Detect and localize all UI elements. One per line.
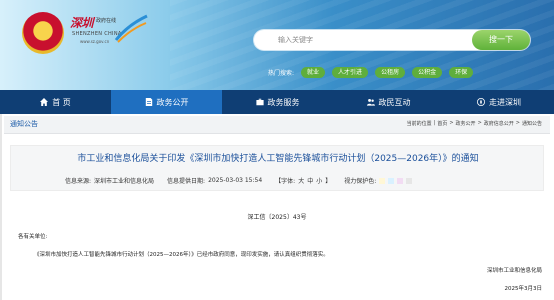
breadcrumb-gov-affairs[interactable]: 政务公开 (456, 120, 476, 127)
nav-label: 政民互动 (378, 97, 411, 107)
vision-color-gray[interactable] (406, 177, 413, 184)
breadcrumb-separator: > (477, 120, 482, 126)
vision-label: 视力保护色: (344, 178, 377, 185)
source-label: 信息来源: (65, 178, 92, 185)
vision-color-blue[interactable] (388, 177, 395, 184)
breadcrumb-home[interactable]: 首页 (437, 120, 447, 127)
national-emblem-icon: ★ (22, 12, 64, 54)
logo-swoosh-icon (114, 14, 148, 43)
page-edge (0, 114, 2, 300)
breadcrumb: 当前的位置 | 首页 > 政务公开 > 政府信息公开 > 通知公告 (407, 120, 542, 127)
hot-tag-talent[interactable]: 人才引进 (332, 66, 369, 78)
nav-home[interactable]: 首 页 (0, 90, 111, 114)
logo-url: www.sz.gov.cn (80, 39, 110, 44)
breadcrumb-bar: 通知公告 当前的位置 | 首页 > 政务公开 > 政府信息公开 > 通知公告 (4, 116, 550, 134)
breadcrumb-prefix: 当前的位置 (406, 121, 432, 127)
hot-tag-jobs[interactable]: 就业 (301, 66, 326, 78)
vision-color-pink[interactable] (397, 177, 404, 184)
article-meta: 信息来源: 深圳市工业和信息化局 信息提供日期: 2025-03-03 15:5… (65, 176, 415, 185)
document-number: 深工信〔2025〕43号 (247, 214, 307, 221)
hot-tag-environment[interactable]: 环保 (449, 66, 474, 78)
source-value: 深圳市工业和信息化局 (94, 178, 155, 185)
date-label: 信息提供日期: (167, 178, 206, 185)
breadcrumb-separator: | (433, 120, 436, 126)
search-input[interactable] (278, 32, 468, 48)
font-size-medium[interactable]: 中 (307, 176, 313, 185)
nav-label: 政务公开 (156, 97, 189, 107)
search-box: 搜一下 (254, 30, 530, 50)
nav-interaction[interactable]: 政民互动 (333, 90, 444, 114)
breadcrumb-info-disclosure[interactable]: 政府信息公开 (484, 120, 514, 127)
breadcrumb-notices[interactable]: 通知公告 (522, 120, 542, 127)
site-header: ★ 深圳 政府在线 SHENZHEN CHINA www.sz.gov.cn 搜… (0, 0, 554, 90)
hot-search-label: 热门搜索: (268, 69, 295, 77)
font-size-small[interactable]: 小 (316, 176, 322, 185)
nav-gov-affairs[interactable]: 政务公开 (111, 90, 222, 114)
nav-label: 首 页 (52, 97, 71, 107)
section-title: 通知公告 (10, 120, 38, 128)
article-header: 市工业和信息化局关于印发《深圳市加快打造人工智能先锋城市行动计划（2025—20… (10, 145, 544, 191)
font-size-large[interactable]: 大 (298, 176, 304, 185)
logo-text: 深圳 (70, 16, 94, 30)
breadcrumb-separator: > (515, 120, 520, 126)
nav-label: 走进深圳 (489, 97, 521, 107)
compass-icon (477, 98, 485, 106)
document-icon (145, 98, 152, 106)
article-title: 市工业和信息化局关于印发《深圳市加快打造人工智能先锋城市行动计划（2025—20… (77, 154, 479, 164)
font-size-close: 】 (325, 178, 332, 185)
people-icon (366, 98, 375, 106)
font-size-label: 【字体: (275, 178, 296, 185)
salutation: 各有关单位: (18, 234, 48, 240)
search-button[interactable]: 搜一下 (472, 30, 530, 50)
sign-date: 2025年3月3日 (504, 286, 543, 292)
breadcrumb-separator: > (449, 120, 454, 126)
body-paragraph: 《深圳市加快打造人工智能先锋城市行动计划（2025—2026年）》已经市政府同意… (34, 252, 329, 258)
briefcase-icon (255, 98, 264, 106)
main-nav: 首 页 政务公开 政务服务 政民互动 走进深圳 (0, 90, 554, 114)
date-value: 2025-03-03 15:54 (208, 177, 263, 184)
signer: 深圳市工业和信息化局 (486, 268, 542, 274)
logo-subtitle: 政府在线 (96, 18, 117, 24)
hot-tag-housing-fund[interactable]: 公积金 (412, 66, 443, 78)
nav-gov-services[interactable]: 政务服务 (222, 90, 333, 114)
vision-color-yellow[interactable] (379, 177, 386, 184)
nav-label: 政务服务 (267, 97, 300, 107)
nav-about-shenzhen[interactable]: 走进深圳 (444, 90, 554, 114)
site-logo[interactable]: 深圳 政府在线 SHENZHEN CHINA www.sz.gov.cn (70, 14, 148, 48)
home-icon (40, 98, 49, 106)
hot-tag-public-housing[interactable]: 公租房 (375, 66, 406, 78)
hot-search: 热门搜索: 就业 人才引进 公租房 公积金 环保 (268, 66, 474, 78)
